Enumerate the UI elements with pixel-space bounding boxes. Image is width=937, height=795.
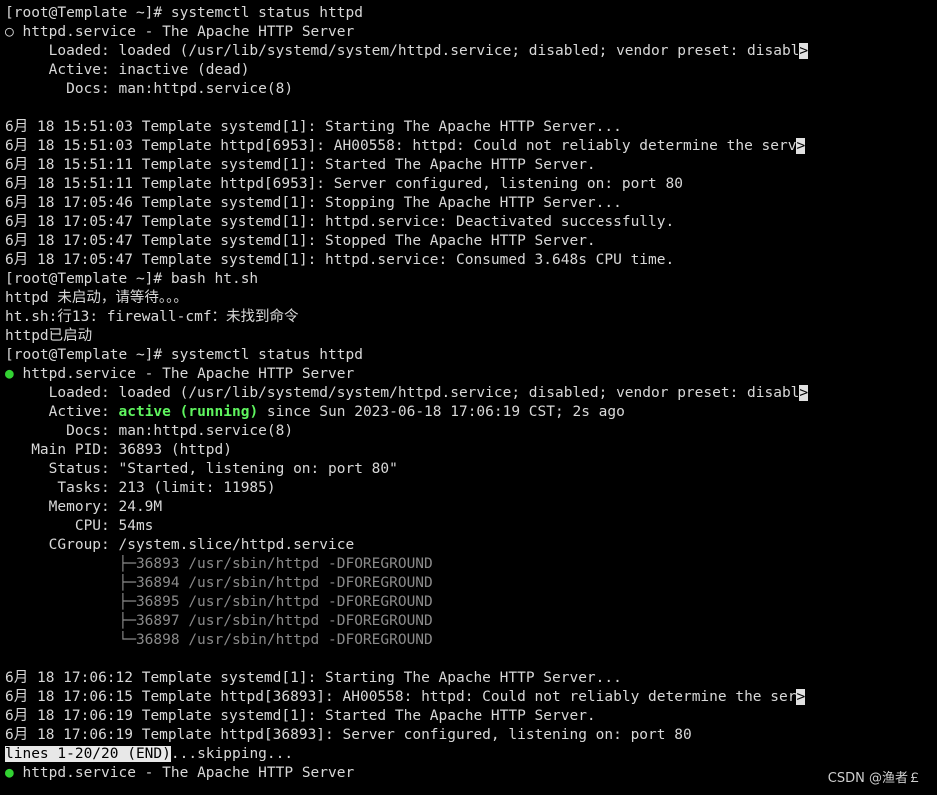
terminal-line-text: 6月 18 17:06:19 Template httpd[36893]: Se… [5,727,692,743]
terminal-line: Memory: 24.9M [5,498,935,517]
terminal-line-text: ├─36893 /usr/sbin/httpd -DFOREGROUND [5,556,433,572]
terminal-line-text: Main PID: 36893 (httpd) [5,442,232,458]
terminal-line-text: 6月 18 17:06:19 Template systemd[1]: Star… [5,708,596,724]
terminal-line-text: ├─36894 /usr/sbin/httpd -DFOREGROUND [5,575,433,591]
terminal-line: Main PID: 36893 (httpd) [5,441,935,460]
terminal-line-text: 6月 18 17:06:15 Template httpd[36893]: AH… [5,689,797,705]
terminal-line: Active: inactive (dead) [5,61,935,80]
pager-skipping-text: ...skipping... [170,746,294,762]
terminal-line-text: 6月 18 17:05:47 Template systemd[1]: http… [5,214,675,230]
service-inactive-dot-icon: ○ [5,24,14,40]
terminal-line: Docs: man:httpd.service(8) [5,80,935,99]
terminal-output[interactable]: [root@Template ~]# systemctl status http… [5,4,935,783]
active-running-status: active (running) [118,404,259,420]
truncation-marker-icon: > [796,689,806,705]
terminal-line-text: Loaded: loaded (/usr/lib/systemd/system/… [5,43,800,59]
terminal-line: Active: active (running) since Sun 2023-… [5,403,935,422]
terminal-line-text: 6月 18 17:05:47 Template systemd[1]: http… [5,252,675,268]
terminal-line-text: CGroup: /system.slice/httpd.service [5,537,355,553]
terminal-line: 6月 18 17:06:19 Template httpd[36893]: Se… [5,726,935,745]
terminal-line-text: Loaded: loaded (/usr/lib/systemd/system/… [5,385,800,401]
terminal-line: 6月 18 17:06:15 Template httpd[36893]: AH… [5,688,935,707]
terminal-line-text: httpd.service - The Apache HTTP Server [22,765,355,781]
terminal-line-text: Tasks: 213 (limit: 11985) [5,480,276,496]
terminal-line: httpd已启动 [5,327,935,346]
terminal-line: Loaded: loaded (/usr/lib/systemd/system/… [5,42,935,61]
terminal-line: ● httpd.service - The Apache HTTP Server [5,764,935,783]
status-field-label: Active: [5,404,119,420]
terminal-line: [root@Template ~]# bash ht.sh [5,270,935,289]
terminal-line: 6月 18 17:06:19 Template systemd[1]: Star… [5,707,935,726]
pager-status: lines 1-20/20 (END) [5,746,171,762]
terminal-line-text: httpd 未启动，请等待。。。 [5,290,188,306]
truncation-marker-icon: > [799,385,809,401]
terminal-line-text: 6月 18 15:51:03 Template httpd[6953]: AH0… [5,138,797,154]
terminal-line-text: 6月 18 17:06:12 Template systemd[1]: Star… [5,670,622,686]
terminal-line-text: ├─36897 /usr/sbin/httpd -DFOREGROUND [5,613,433,629]
truncation-marker-icon: > [799,43,809,59]
terminal-line: Status: "Started, listening on: port 80" [5,460,935,479]
terminal-line: ht.sh:行13: firewall-cmf：未找到命令 [5,308,935,327]
terminal-line-text: [root@Template ~]# systemctl status http… [5,347,363,363]
terminal-line-text: 6月 18 15:51:11 Template systemd[1]: Star… [5,157,596,173]
terminal-line: Docs: man:httpd.service(8) [5,422,935,441]
terminal-line: ├─36893 /usr/sbin/httpd -DFOREGROUND [5,555,935,574]
terminal-line-text: ├─36895 /usr/sbin/httpd -DFOREGROUND [5,594,433,610]
terminal-line-text: httpd已启动 [5,328,93,344]
terminal-line-text: Status: "Started, listening on: port 80" [5,461,398,477]
terminal-line: 6月 18 17:06:12 Template systemd[1]: Star… [5,669,935,688]
terminal-line-text: └─36898 /usr/sbin/httpd -DFOREGROUND [5,632,433,648]
terminal-line: httpd 未启动，请等待。。。 [5,289,935,308]
terminal-line-text: CPU: 54ms [5,518,154,534]
terminal-line: [root@Template ~]# systemctl status http… [5,346,935,365]
terminal-line: ├─36894 /usr/sbin/httpd -DFOREGROUND [5,574,935,593]
terminal-line-text: Docs: man:httpd.service(8) [5,423,294,439]
terminal-line: lines 1-20/20 (END)...skipping... [5,745,935,764]
terminal-line: 6月 18 15:51:11 Template httpd[6953]: Ser… [5,175,935,194]
terminal-line-text: 6月 18 17:05:47 Template systemd[1]: Stop… [5,233,596,249]
terminal-line: CPU: 54ms [5,517,935,536]
csdn-watermark: CSDN @渔者￡ [827,771,921,786]
terminal-line: Loaded: loaded (/usr/lib/systemd/system/… [5,384,935,403]
terminal-line: ├─36895 /usr/sbin/httpd -DFOREGROUND [5,593,935,612]
terminal-line: └─36898 /usr/sbin/httpd -DFOREGROUND [5,631,935,650]
terminal-line: 6月 18 15:51:03 Template systemd[1]: Star… [5,118,935,137]
terminal-line: Tasks: 213 (limit: 11985) [5,479,935,498]
service-active-dot-icon: ● [5,765,14,781]
active-since-text: since Sun 2023-06-18 17:06:19 CST; 2s ag… [258,404,625,420]
terminal-line: 6月 18 15:51:03 Template httpd[6953]: AH0… [5,137,935,156]
terminal-line-text: Active: inactive (dead) [5,62,250,78]
truncation-marker-icon: > [796,138,806,154]
terminal-line: ● httpd.service - The Apache HTTP Server [5,365,935,384]
terminal-line-text: [root@Template ~]# bash ht.sh [5,271,259,287]
terminal-line: 6月 18 17:05:47 Template systemd[1]: http… [5,251,935,270]
terminal-line: 6月 18 17:05:47 Template systemd[1]: Stop… [5,232,935,251]
service-active-dot-icon: ● [5,366,14,382]
terminal-line: [root@Template ~]# systemctl status http… [5,4,935,23]
terminal-line: CGroup: /system.slice/httpd.service [5,536,935,555]
terminal-line: 6月 18 15:51:11 Template systemd[1]: Star… [5,156,935,175]
terminal-line-text: 6月 18 15:51:03 Template systemd[1]: Star… [5,119,622,135]
terminal-line: ├─36897 /usr/sbin/httpd -DFOREGROUND [5,612,935,631]
terminal-line: 6月 18 17:05:47 Template systemd[1]: http… [5,213,935,232]
terminal-line: ○ httpd.service - The Apache HTTP Server [5,23,935,42]
terminal-line-text: 6月 18 17:05:46 Template systemd[1]: Stop… [5,195,622,211]
terminal-line-text: httpd.service - The Apache HTTP Server [22,24,355,40]
terminal-line-text: Memory: 24.9M [5,499,163,515]
terminal-line-text: [root@Template ~]# systemctl status http… [5,5,363,21]
terminal-line-text: httpd.service - The Apache HTTP Server [22,366,355,382]
terminal-line-text: ht.sh:行13: firewall-cmf：未找到命令 [5,309,299,325]
terminal-line-text: Docs: man:httpd.service(8) [5,81,294,97]
terminal-line: 6月 18 17:05:46 Template systemd[1]: Stop… [5,194,935,213]
terminal-line-text: 6月 18 15:51:11 Template httpd[6953]: Ser… [5,176,683,192]
